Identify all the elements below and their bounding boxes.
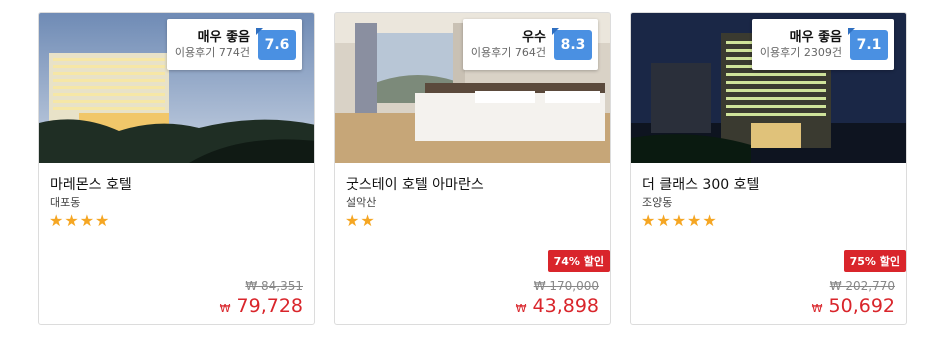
- hotel-photo[interactable]: 매우 좋음 이용후기 2309건 7.1: [631, 13, 906, 163]
- discount-badge: 75% 할인: [843, 250, 906, 272]
- score-badge: 7.6: [256, 27, 296, 60]
- review-count: 이용후기 764건: [470, 45, 546, 59]
- review-count: 이용후기 774건: [174, 45, 250, 59]
- review-count: 이용후기 2309건: [759, 45, 842, 59]
- hotel-card[interactable]: 매우 좋음 이용후기 774건 7.6 마레몬스 호텔 대포동 ★★★★ ₩ 8…: [38, 12, 315, 325]
- hotel-name[interactable]: 마레몬스 호텔: [50, 174, 132, 194]
- hotel-name[interactable]: 더 클래스 300 호텔: [642, 174, 759, 194]
- price: ₩ 43,898: [516, 295, 599, 317]
- score-badge: 8.3: [552, 27, 592, 60]
- original-price: ₩ 202,770: [829, 279, 895, 293]
- star-rating: ★★★★★: [641, 211, 718, 230]
- review-summary: 매우 좋음 이용후기 774건 7.6: [166, 19, 302, 70]
- review-summary: 매우 좋음 이용후기 2309건 7.1: [751, 19, 894, 70]
- discount-badge: 74% 할인: [547, 250, 610, 272]
- price: ₩ 79,728: [220, 295, 303, 317]
- currency-symbol: ₩: [811, 302, 823, 315]
- review-label: 우수: [522, 29, 546, 45]
- hotel-area: 설악산: [346, 196, 377, 209]
- hotel-photo[interactable]: 우수 이용후기 764건 8.3: [335, 13, 610, 163]
- price-value: 79,728: [236, 295, 303, 317]
- hotel-name[interactable]: 굿스테이 호텔 아마란스: [346, 174, 484, 194]
- price-value: 43,898: [532, 295, 599, 317]
- star-rating: ★★: [345, 211, 376, 230]
- price: ₩ 50,692: [812, 295, 895, 317]
- score-badge: 7.1: [848, 27, 888, 60]
- review-label: 매우 좋음: [197, 29, 250, 45]
- review-summary: 우수 이용후기 764건 8.3: [462, 19, 598, 70]
- hotel-card[interactable]: 우수 이용후기 764건 8.3 굿스테이 호텔 아마란스 설악산 ★★ 74%…: [334, 12, 611, 325]
- hotel-photo[interactable]: 매우 좋음 이용후기 774건 7.6: [39, 13, 314, 163]
- hotel-area: 대포동: [50, 196, 81, 209]
- currency-symbol: ₩: [219, 302, 231, 315]
- hotel-area: 조양동: [642, 196, 673, 209]
- original-price: ₩ 170,000: [533, 279, 599, 293]
- review-label: 매우 좋음: [789, 29, 842, 45]
- original-price: ₩ 84,351: [245, 279, 303, 293]
- currency-symbol: ₩: [515, 302, 527, 315]
- price-value: 50,692: [828, 295, 895, 317]
- star-rating: ★★★★: [49, 211, 111, 230]
- hotel-card[interactable]: 매우 좋음 이용후기 2309건 7.1 더 클래스 300 호텔 조양동 ★★…: [630, 12, 907, 325]
